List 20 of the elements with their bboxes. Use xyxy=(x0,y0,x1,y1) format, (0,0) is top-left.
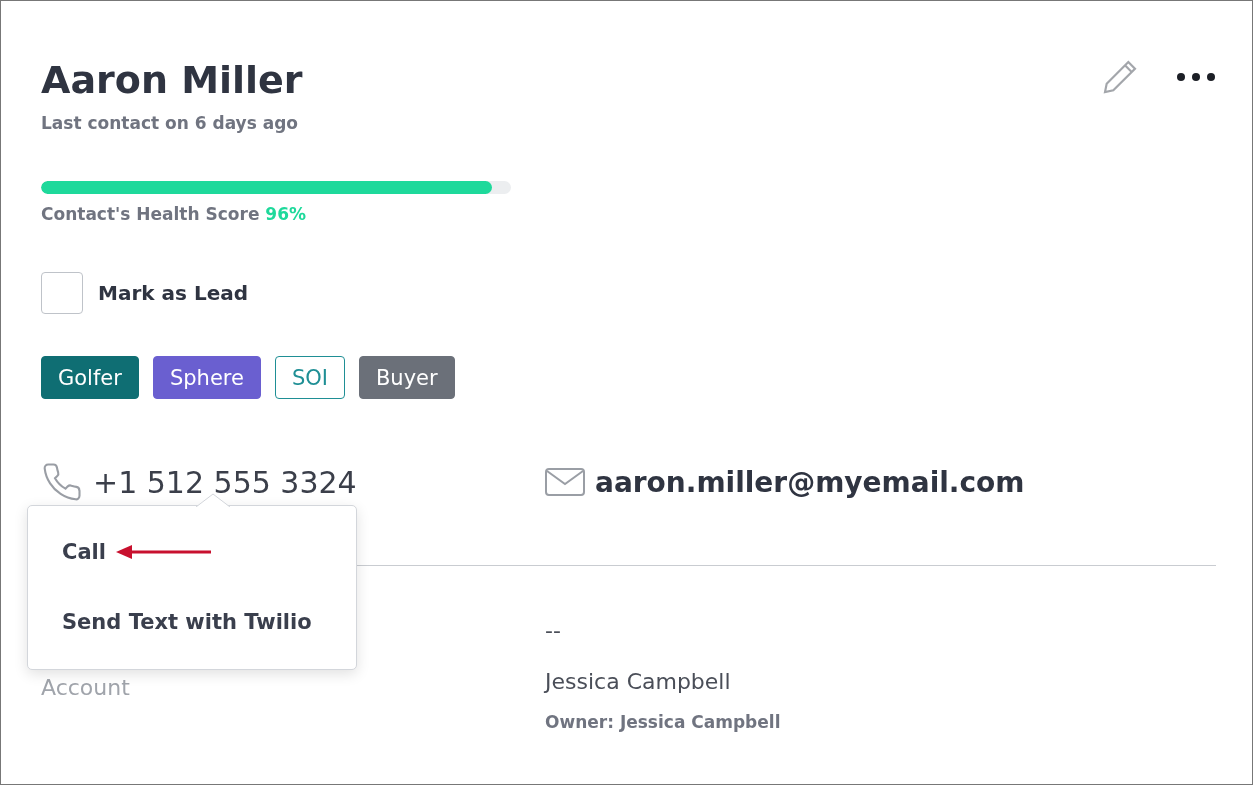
menu-item[interactable]: Send Text with Twilio xyxy=(62,610,312,634)
lead-checkbox[interactable] xyxy=(41,272,83,314)
field-value: Jessica Campbell xyxy=(545,669,732,694)
menu-item[interactable]: Call xyxy=(62,540,106,564)
lead-checkbox-label: Mark as Lead xyxy=(98,281,248,305)
more-options-icon[interactable] xyxy=(1176,72,1216,82)
tag: Sphere xyxy=(152,356,261,399)
tag: SOI xyxy=(274,356,345,399)
field-label: Account xyxy=(41,674,131,700)
owner-text: Owner: Jessica Campbell xyxy=(545,712,782,732)
phone-icon xyxy=(41,461,83,503)
tag: Golfer xyxy=(41,356,139,399)
contact-name: Aaron Miller xyxy=(41,57,303,103)
phone-number[interactable]: +1 512 555 3324 xyxy=(93,464,357,500)
mail-icon xyxy=(545,467,585,497)
field-value: -- xyxy=(545,618,562,643)
health-score-text: Contact's Health Score 96% xyxy=(41,204,308,224)
tag: Buyer xyxy=(358,356,455,399)
email-address[interactable]: aaron.miller@myemail.com xyxy=(595,465,1025,499)
last-contact-text: Last contact on 6 days ago xyxy=(41,113,300,133)
